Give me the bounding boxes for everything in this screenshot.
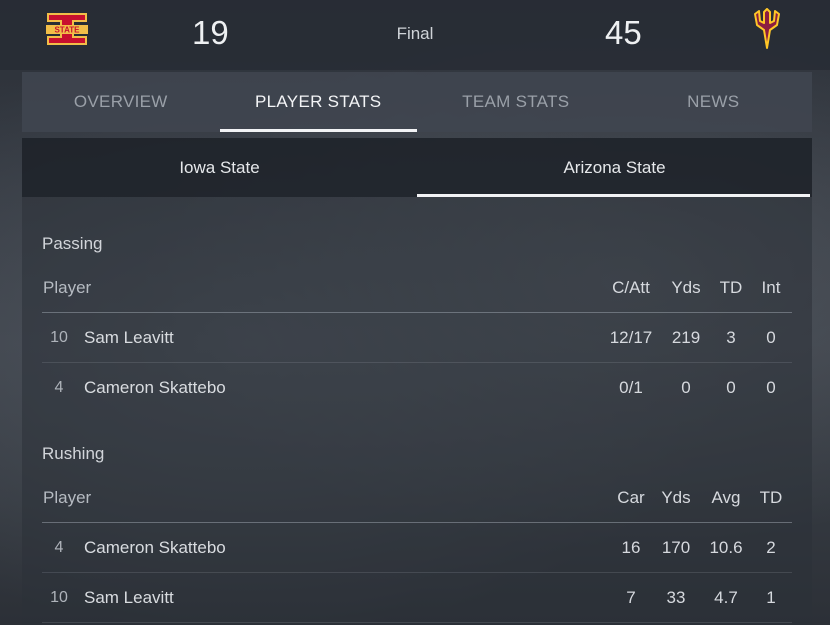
tab-news[interactable]: NEWS <box>615 72 813 132</box>
table-header: Player C/Att Yds TD Int <box>42 263 792 313</box>
stat-c-att: 0/1 <box>619 378 643 397</box>
tab-player-stats[interactable]: PLAYER STATS <box>219 72 418 132</box>
table-row[interactable]: 4 Cameron Skattebo 16 170 10.6 2 <box>42 523 792 573</box>
passing-table: Player C/Att Yds TD Int 10 Sam Leavitt 1… <box>42 263 792 412</box>
main-tabs: OVERVIEW PLAYER STATS TEAM STATS NEWS <box>22 72 812 132</box>
player-name[interactable]: Sam Leavitt <box>84 313 174 362</box>
stat-c-att: 12/17 <box>609 328 653 347</box>
stats-panel: Passing Player C/Att Yds TD Int 10 Sam L… <box>22 197 812 625</box>
arizona-state-pitchfork-logo[interactable] <box>752 8 782 50</box>
jersey-number: 10 <box>50 329 68 346</box>
team-tabs: Iowa State Arizona State <box>22 138 812 197</box>
table-row[interactable]: 4 Cameron Skattebo 0/1 0 0 0 <box>42 363 792 412</box>
passing-title: Passing <box>42 234 103 253</box>
game-status: Final <box>396 24 434 43</box>
stat-int: 0 <box>766 378 776 397</box>
stat-td: 1 <box>766 588 776 607</box>
tab-team-stats[interactable]: TEAM STATS <box>417 72 615 132</box>
rushing-title: Rushing <box>42 444 105 463</box>
header-td: TD <box>759 488 783 507</box>
stat-td: 2 <box>766 538 776 557</box>
header-player: Player <box>43 278 92 297</box>
jersey-number: 4 <box>54 379 64 396</box>
away-score: 45 <box>605 14 642 51</box>
header-c-att: C/Att <box>612 278 650 297</box>
table-row[interactable]: 10 Sam Leavitt 12/17 219 3 0 <box>42 313 792 363</box>
player-name[interactable]: Cameron Skattebo <box>84 523 226 572</box>
jersey-number: 10 <box>50 589 68 606</box>
stat-int: 0 <box>766 328 776 347</box>
header-int: Int <box>761 278 781 297</box>
table-header: Player Car Yds Avg TD <box>42 473 792 523</box>
header-player: Player <box>43 488 92 507</box>
player-name[interactable]: Sam Leavitt <box>84 573 174 622</box>
team-tab-iowa-state[interactable]: Iowa State <box>22 138 417 197</box>
jersey-number: 4 <box>54 539 64 556</box>
tab-overview[interactable]: OVERVIEW <box>22 72 220 132</box>
table-row[interactable]: 10 Sam Leavitt 7 33 4.7 1 <box>42 573 792 623</box>
rushing-table: Player Car Yds Avg TD 4 Cameron Skattebo… <box>42 473 792 623</box>
player-name[interactable]: Cameron Skattebo <box>84 363 226 412</box>
team-tab-arizona-state[interactable]: Arizona State <box>417 138 812 197</box>
scoreboard: STATE 19 Final 45 <box>0 0 830 70</box>
